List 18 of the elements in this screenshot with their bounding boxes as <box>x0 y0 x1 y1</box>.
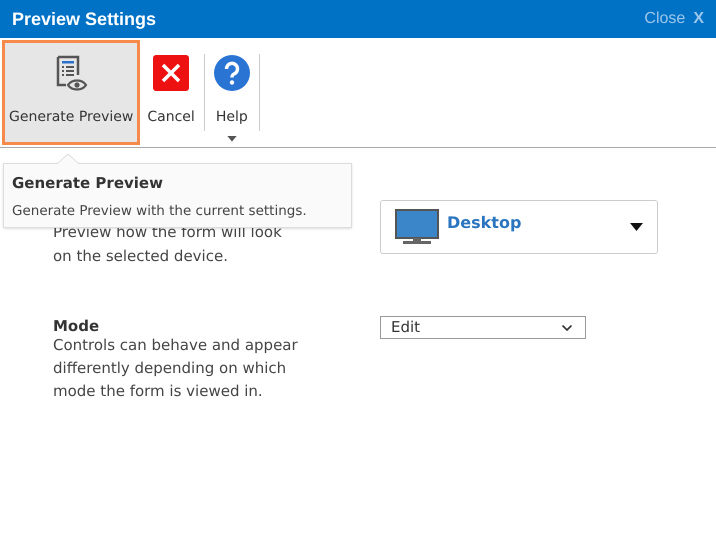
tooltip-title: Generate Preview <box>12 173 164 194</box>
tooltip-text: Generate Preview with the current settings. <box>12 202 308 220</box>
mode-description: Controls can behave and appear differently depending on which mode the form is viewed in. <box>53 335 299 402</box>
mode-select[interactable]: Edit <box>380 316 586 339</box>
toolbar-button[interactable]: Cancel <box>140 40 202 145</box>
caret-icon <box>226 136 237 142</box>
toolbar-button[interactable]: Generate Preview <box>2 40 140 145</box>
close-icon <box>153 55 190 91</box>
caret-icon <box>630 223 643 231</box>
mode-label: Mode <box>53 318 100 334</box>
toolbar-button[interactable]: Help <box>206 40 257 145</box>
device-description: on the selected device. <box>53 246 229 267</box>
help-icon <box>214 55 250 91</box>
close-label: Close <box>644 9 686 29</box>
device-dropdown[interactable]: Desktop <box>380 200 658 254</box>
close-icon: X <box>693 7 704 31</box>
monitor-icon <box>395 209 439 245</box>
window-title: Preview Settings <box>12 8 156 31</box>
